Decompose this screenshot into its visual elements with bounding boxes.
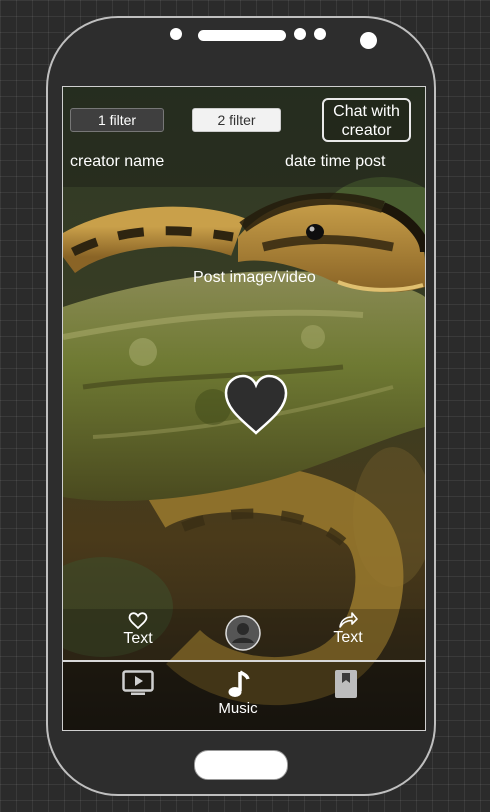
- share-action[interactable]: Text: [325, 611, 371, 647]
- sensor-dot: [314, 28, 326, 40]
- app-screen: 1 filter 2 filter Chat with creator crea…: [62, 86, 426, 731]
- front-camera: [360, 32, 377, 49]
- heart-outline-icon: [128, 612, 148, 630]
- earpiece-speaker: [198, 30, 286, 41]
- bookmark-icon: [335, 670, 357, 698]
- phone-frame: 1 filter 2 filter Chat with creator crea…: [46, 16, 436, 796]
- creator-name[interactable]: creator name: [70, 153, 164, 171]
- chat-button-line1: Chat with: [333, 103, 400, 120]
- nav-music-label: Music: [218, 700, 258, 717]
- share-arrow-icon: [339, 612, 358, 628]
- chat-with-creator-button[interactable]: Chat with creator: [322, 98, 411, 142]
- filter-2-button[interactable]: 2 filter: [192, 108, 281, 132]
- chat-button-line2: creator: [341, 122, 392, 139]
- like-action[interactable]: Text: [115, 612, 161, 648]
- nav-saved-tab[interactable]: [333, 669, 359, 704]
- post-media-label: Post image/video: [193, 269, 316, 286]
- sensor-dot: [294, 28, 306, 40]
- like-label: Text: [123, 630, 153, 647]
- user-avatar-icon[interactable]: [225, 615, 261, 651]
- video-play-icon: [122, 670, 154, 695]
- home-button[interactable]: [194, 750, 288, 780]
- sensor-dot: [170, 28, 182, 40]
- filter-1-button[interactable]: 1 filter: [70, 108, 164, 132]
- share-label: Text: [333, 629, 363, 646]
- nav-music-tab[interactable]: Music: [213, 670, 263, 717]
- post-date-time: date time post: [285, 153, 386, 170]
- heart-filled-icon[interactable]: [223, 373, 289, 439]
- nav-video-tab[interactable]: [121, 670, 155, 701]
- music-note-icon: [228, 670, 250, 697]
